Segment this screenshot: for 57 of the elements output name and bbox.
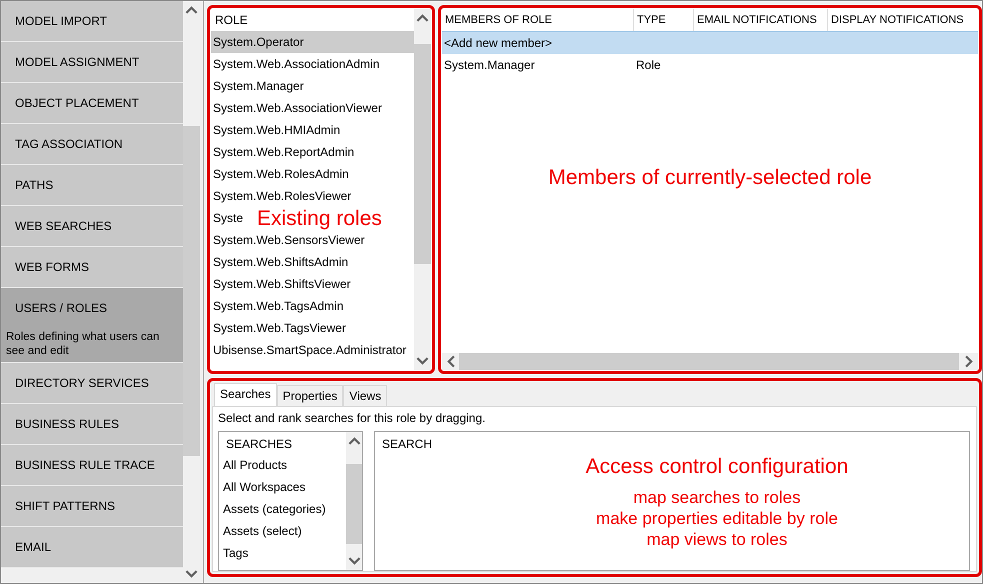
role-item[interactable]: System.Web.TagsViewer [211, 317, 348, 339]
tab[interactable]: Searches [214, 383, 277, 406]
annotation: Access control configuration [586, 455, 848, 479]
column-header[interactable]: ROLE [211, 9, 414, 31]
table-cell-text: <Add new member> [443, 35, 554, 52]
search-item[interactable]: Assets (categories) [219, 498, 346, 520]
role-item[interactable]: Syste [211, 207, 246, 229]
sidebar-item[interactable]: BUSINESS RULE TRACE [1, 445, 183, 486]
role-item[interactable]: System.Web.RolesAdmin [211, 163, 351, 185]
search-item[interactable]: Assets (select) [219, 520, 346, 542]
search-item[interactable]: All Workspaces [219, 476, 346, 498]
role-item[interactable]: Ubisense.SmartSpace.Administrator [211, 339, 408, 361]
tab[interactable]: Views [343, 385, 388, 406]
role-item[interactable]: System.Web.AssociationAdmin [211, 53, 382, 75]
role-item[interactable]: System.Web.ShiftsAdmin [211, 251, 350, 273]
table-cell-text: System.Manager [443, 57, 536, 74]
role-item[interactable]: System.Operator [211, 31, 414, 53]
sidebar-item[interactable]: OBJECT PLACEMENT [1, 83, 183, 124]
role-item[interactable]: System.Web.SensorsViewer [211, 229, 367, 251]
sidebar-item[interactable]: WEB SEARCHES [1, 206, 183, 247]
column-header[interactable]: SEARCHES [219, 432, 346, 454]
annotation: map searches to roles [633, 487, 801, 508]
role-item[interactable]: System.Web.RolesViewer [211, 185, 354, 207]
sidebar-item[interactable]: SHIFT PATTERNS [1, 486, 183, 527]
search-item[interactable]: All Products [219, 454, 346, 476]
instruction-text: Select and rank searches for this role by dragging. [218, 411, 486, 427]
sidebar-item[interactable]: DIRECTORY SERVICES [1, 363, 183, 404]
role-item[interactable]: System.Manager [211, 75, 306, 97]
annotation: Members of currently-selected role [548, 166, 872, 191]
annotation: map views to roles [646, 529, 788, 550]
role-item[interactable]: System.Web.AssociationViewer [211, 97, 384, 119]
sidebar-item[interactable]: EMAIL [1, 527, 183, 568]
sidebar-item[interactable]: USERS / ROLES Roles defining what users can see and edit [1, 288, 183, 363]
scrollbar[interactable] [346, 432, 362, 570]
sidebar-item[interactable]: MODEL IMPORT [1, 1, 183, 42]
column-header[interactable]: EMAIL NOTIFICATIONS [694, 9, 828, 31]
search-item[interactable]: Tags [219, 542, 346, 564]
column-header[interactable]: DISPLAY NOTIFICATIONS [828, 9, 978, 31]
sidebar-item[interactable]: MODEL ASSIGNMENT [1, 42, 183, 83]
sidebar-item[interactable]: WEB FORMS [1, 247, 183, 288]
role-item[interactable]: System.Web.TagsAdmin [211, 295, 346, 317]
role-item[interactable]: System.Web.ReportAdmin [211, 141, 356, 163]
scrollbar[interactable] [414, 9, 431, 370]
role-item[interactable]: System.Web.ShiftsViewer [211, 273, 353, 295]
column-header[interactable]: SEARCH [375, 432, 969, 454]
sidebar-item[interactable]: BUSINESS RULES [1, 404, 183, 445]
scrollbar[interactable] [442, 353, 978, 370]
sidebar-item[interactable]: PATHS [1, 165, 183, 206]
table-cell-text: Role [635, 57, 662, 74]
table-row[interactable]: <Add new member> [442, 32, 978, 54]
sidebar-item[interactable]: TAG ASSOCIATION [1, 124, 183, 165]
table-row[interactable]: System.Manager Role [442, 54, 978, 76]
column-header[interactable]: TYPE [634, 9, 694, 31]
annotation: make properties editable by role [596, 508, 838, 529]
column-header[interactable]: MEMBERS OF ROLE [442, 9, 634, 31]
role-item[interactable]: System.Web.HMIAdmin [211, 119, 342, 141]
tab[interactable]: Properties [276, 385, 344, 406]
